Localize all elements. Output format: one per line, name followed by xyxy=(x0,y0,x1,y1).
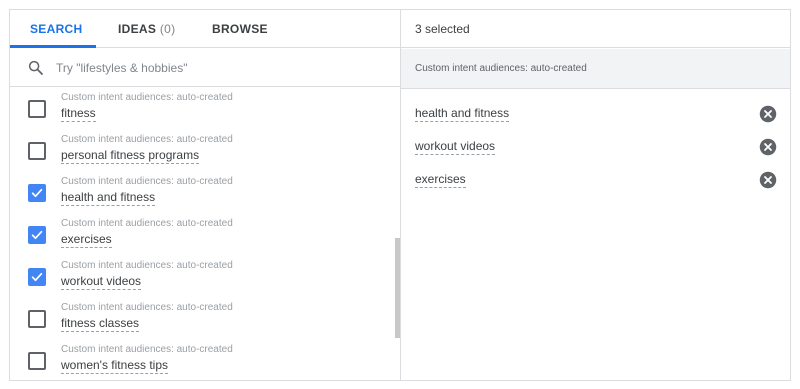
selected-item-name: workout videos xyxy=(415,139,496,155)
list-item[interactable]: Custom intent audiences: auto-created fit… xyxy=(10,298,392,340)
list-item[interactable]: Custom intent audiences: auto-created wor… xyxy=(10,256,392,298)
search-bar xyxy=(10,49,400,87)
left-panel: SEARCH IDEAS (0) BROWSE Custom intent au… xyxy=(10,10,400,380)
item-name: fitness classes xyxy=(61,316,140,332)
item-category: Custom intent audiences: auto-created xyxy=(61,176,233,187)
list-item[interactable]: Custom intent audiences: auto-created fit… xyxy=(10,88,392,130)
selected-count: 3 selected xyxy=(415,22,470,36)
item-name: workout videos xyxy=(61,274,142,290)
list-item[interactable]: Custom intent audiences: auto-created wom… xyxy=(10,340,392,380)
close-circle-icon[interactable] xyxy=(759,105,777,123)
item-name: women's fitness tips xyxy=(61,358,168,374)
selected-item: exercises xyxy=(401,164,790,196)
selected-header: 3 selected xyxy=(401,10,790,48)
audience-selector: SEARCH IDEAS (0) BROWSE Custom intent au… xyxy=(9,9,791,381)
item-category: Custom intent audiences: auto-created xyxy=(61,134,233,145)
item-checkbox[interactable] xyxy=(28,268,46,286)
result-list: Custom intent audiences: auto-created fit… xyxy=(10,88,400,380)
item-checkbox[interactable] xyxy=(28,352,46,370)
item-category: Custom intent audiences: auto-created xyxy=(61,260,233,271)
close-circle-icon[interactable] xyxy=(759,171,777,189)
check-icon xyxy=(31,188,43,198)
check-icon xyxy=(31,272,43,282)
item-name: exercises xyxy=(61,232,112,248)
selected-item-name: health and fitness xyxy=(415,106,510,122)
search-input[interactable] xyxy=(56,58,376,78)
tab-bar: SEARCH IDEAS (0) BROWSE xyxy=(10,10,400,48)
item-category: Custom intent audiences: auto-created xyxy=(61,92,233,103)
selected-item-name: exercises xyxy=(415,172,466,188)
selected-group-header: Custom intent audiences: auto-created xyxy=(401,49,790,89)
selected-item: health and fitness xyxy=(401,98,790,130)
list-item[interactable]: Custom intent audiences: auto-created per… xyxy=(10,130,392,172)
selected-group-title: Custom intent audiences: auto-created xyxy=(415,63,587,74)
item-category: Custom intent audiences: auto-created xyxy=(61,218,233,229)
tab-search[interactable]: SEARCH xyxy=(30,10,82,48)
item-checkbox[interactable] xyxy=(28,100,46,118)
search-icon xyxy=(28,60,43,75)
item-category: Custom intent audiences: auto-created xyxy=(61,344,233,355)
item-checkbox[interactable] xyxy=(28,226,46,244)
close-circle-icon[interactable] xyxy=(759,138,777,156)
tab-ideas-count: (0) xyxy=(159,22,176,36)
item-checkbox[interactable] xyxy=(28,184,46,202)
check-icon xyxy=(31,230,43,240)
right-panel: 3 selected Custom intent audiences: auto… xyxy=(401,10,790,380)
item-name: health and fitness xyxy=(61,190,156,206)
active-tab-indicator xyxy=(10,45,96,48)
item-name: personal fitness programs xyxy=(61,148,200,164)
list-item[interactable]: Custom intent audiences: auto-created exe… xyxy=(10,214,392,256)
item-name: fitness xyxy=(61,106,96,122)
item-category: Custom intent audiences: auto-created xyxy=(61,302,233,313)
item-checkbox[interactable] xyxy=(28,310,46,328)
tab-ideas-label: IDEAS xyxy=(118,22,157,36)
tab-ideas[interactable]: IDEAS (0) xyxy=(118,10,175,48)
tab-browse[interactable]: BROWSE xyxy=(212,10,268,48)
selected-item: workout videos xyxy=(401,131,790,163)
item-checkbox[interactable] xyxy=(28,142,46,160)
list-item[interactable]: Custom intent audiences: auto-created hea… xyxy=(10,172,392,214)
